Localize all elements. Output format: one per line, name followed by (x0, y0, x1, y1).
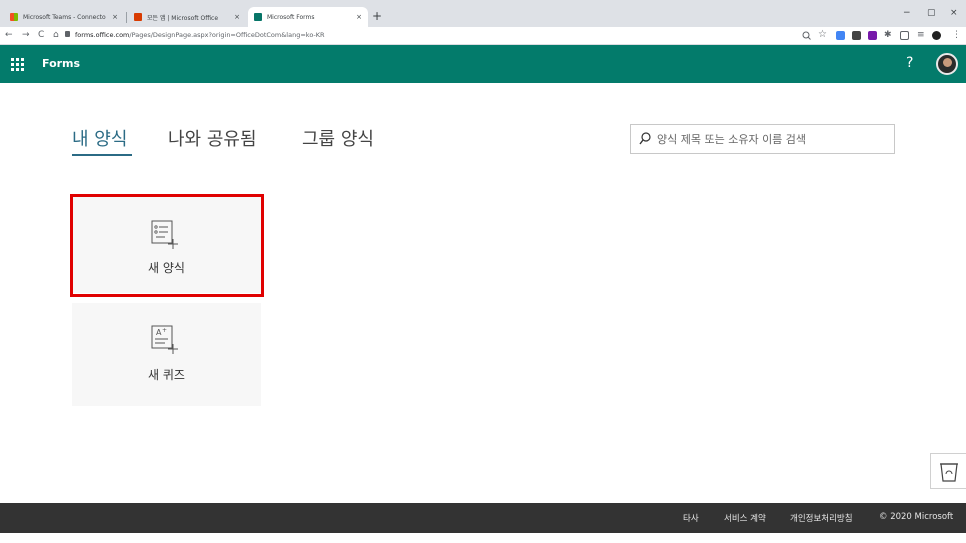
app-header: Forms ? (0, 45, 966, 83)
url-field[interactable]: forms.office.com/Pages/DesignPage.aspx?o… (75, 31, 325, 39)
recycle-bin-button[interactable] (930, 453, 966, 489)
recycle-bin-icon (940, 463, 958, 482)
url-path: /Pages/DesignPage.aspx?origin=OfficeDotC… (129, 31, 325, 39)
app-name[interactable]: Forms (42, 57, 80, 70)
close-tab-icon[interactable]: × (356, 13, 362, 21)
browser-tab-forms[interactable]: Microsoft Forms × (248, 7, 368, 27)
home-icon[interactable]: ⌂ (53, 30, 59, 40)
close-tab-icon[interactable]: × (112, 13, 118, 21)
tab-title: 모든 앱 | Microsoft Office (147, 14, 219, 22)
tab-divider (126, 12, 127, 23)
forms-logo-icon (254, 13, 262, 21)
menu-icon[interactable]: ⋮ (952, 30, 961, 40)
url-domain: forms.office.com (75, 31, 130, 39)
back-icon[interactable]: ← (5, 30, 13, 40)
footer-link-terms[interactable]: 서비스 계약 (724, 512, 766, 524)
page-bottom (0, 533, 966, 543)
browser-tab-strip: Microsoft Teams - Connectors | × 모든 앱 | … (0, 0, 966, 27)
office-logo-icon (134, 13, 142, 21)
active-tab-indicator (72, 154, 132, 156)
footer-copyright: © 2020 Microsoft (879, 512, 954, 522)
cast-icon[interactable] (900, 31, 909, 40)
reading-list-icon[interactable]: ≡ (917, 30, 925, 40)
search-icon (639, 132, 651, 145)
search-input[interactable] (657, 131, 887, 147)
reload-icon[interactable]: C (38, 30, 44, 40)
maximize-button[interactable]: ▢ (927, 8, 936, 18)
puzzle-icon[interactable]: ✱ (884, 30, 892, 40)
search-box[interactable] (630, 124, 895, 154)
new-tab-button[interactable]: + (372, 9, 382, 23)
browser-tab-teams[interactable]: Microsoft Teams - Connectors | × (4, 7, 124, 27)
onenote-icon[interactable] (868, 31, 877, 40)
tab-group-forms[interactable]: 그룹 양식 (302, 125, 374, 151)
zoom-icon[interactable] (802, 31, 811, 40)
avatar[interactable] (936, 53, 958, 75)
app-launcher-icon[interactable] (11, 58, 24, 71)
forward-icon[interactable]: → (22, 30, 30, 40)
highlight-box (70, 194, 264, 297)
tab-shared-with-me[interactable]: 나와 공유됨 (168, 125, 257, 151)
new-quiz-card[interactable]: A + 새 퀴즈 (72, 303, 261, 406)
tab-my-forms[interactable]: 내 양식 (72, 125, 127, 151)
new-quiz-icon: A + (151, 325, 178, 354)
minimize-button[interactable]: − (903, 8, 911, 18)
browser-tab-office[interactable]: 모든 앱 | Microsoft Office × (128, 7, 246, 27)
svg-text:+: + (162, 327, 167, 334)
extension-icon[interactable] (836, 31, 845, 40)
lock-icon[interactable] (65, 31, 70, 37)
footer-link-privacy[interactable]: 개인정보처리방침 (790, 512, 853, 524)
qr-icon[interactable] (852, 31, 861, 40)
new-quiz-label: 새 퀴즈 (148, 368, 185, 382)
microsoft-logo-icon (10, 13, 18, 21)
tab-title: Microsoft Teams - Connectors | (23, 13, 107, 21)
tab-title: Microsoft Forms (267, 13, 315, 21)
footer: 타사 서비스 계약 개인정보처리방침 © 2020 Microsoft (0, 503, 966, 533)
address-bar-row: ← → C ⌂ forms.office.com/Pages/DesignPag… (0, 27, 966, 45)
help-icon[interactable]: ? (906, 55, 913, 71)
footer-link-third-party[interactable]: 타사 (683, 512, 699, 524)
star-icon[interactable]: ☆ (818, 29, 827, 40)
close-window-button[interactable]: × (950, 8, 958, 18)
profile-icon[interactable] (932, 31, 941, 40)
close-tab-icon[interactable]: × (234, 13, 240, 21)
